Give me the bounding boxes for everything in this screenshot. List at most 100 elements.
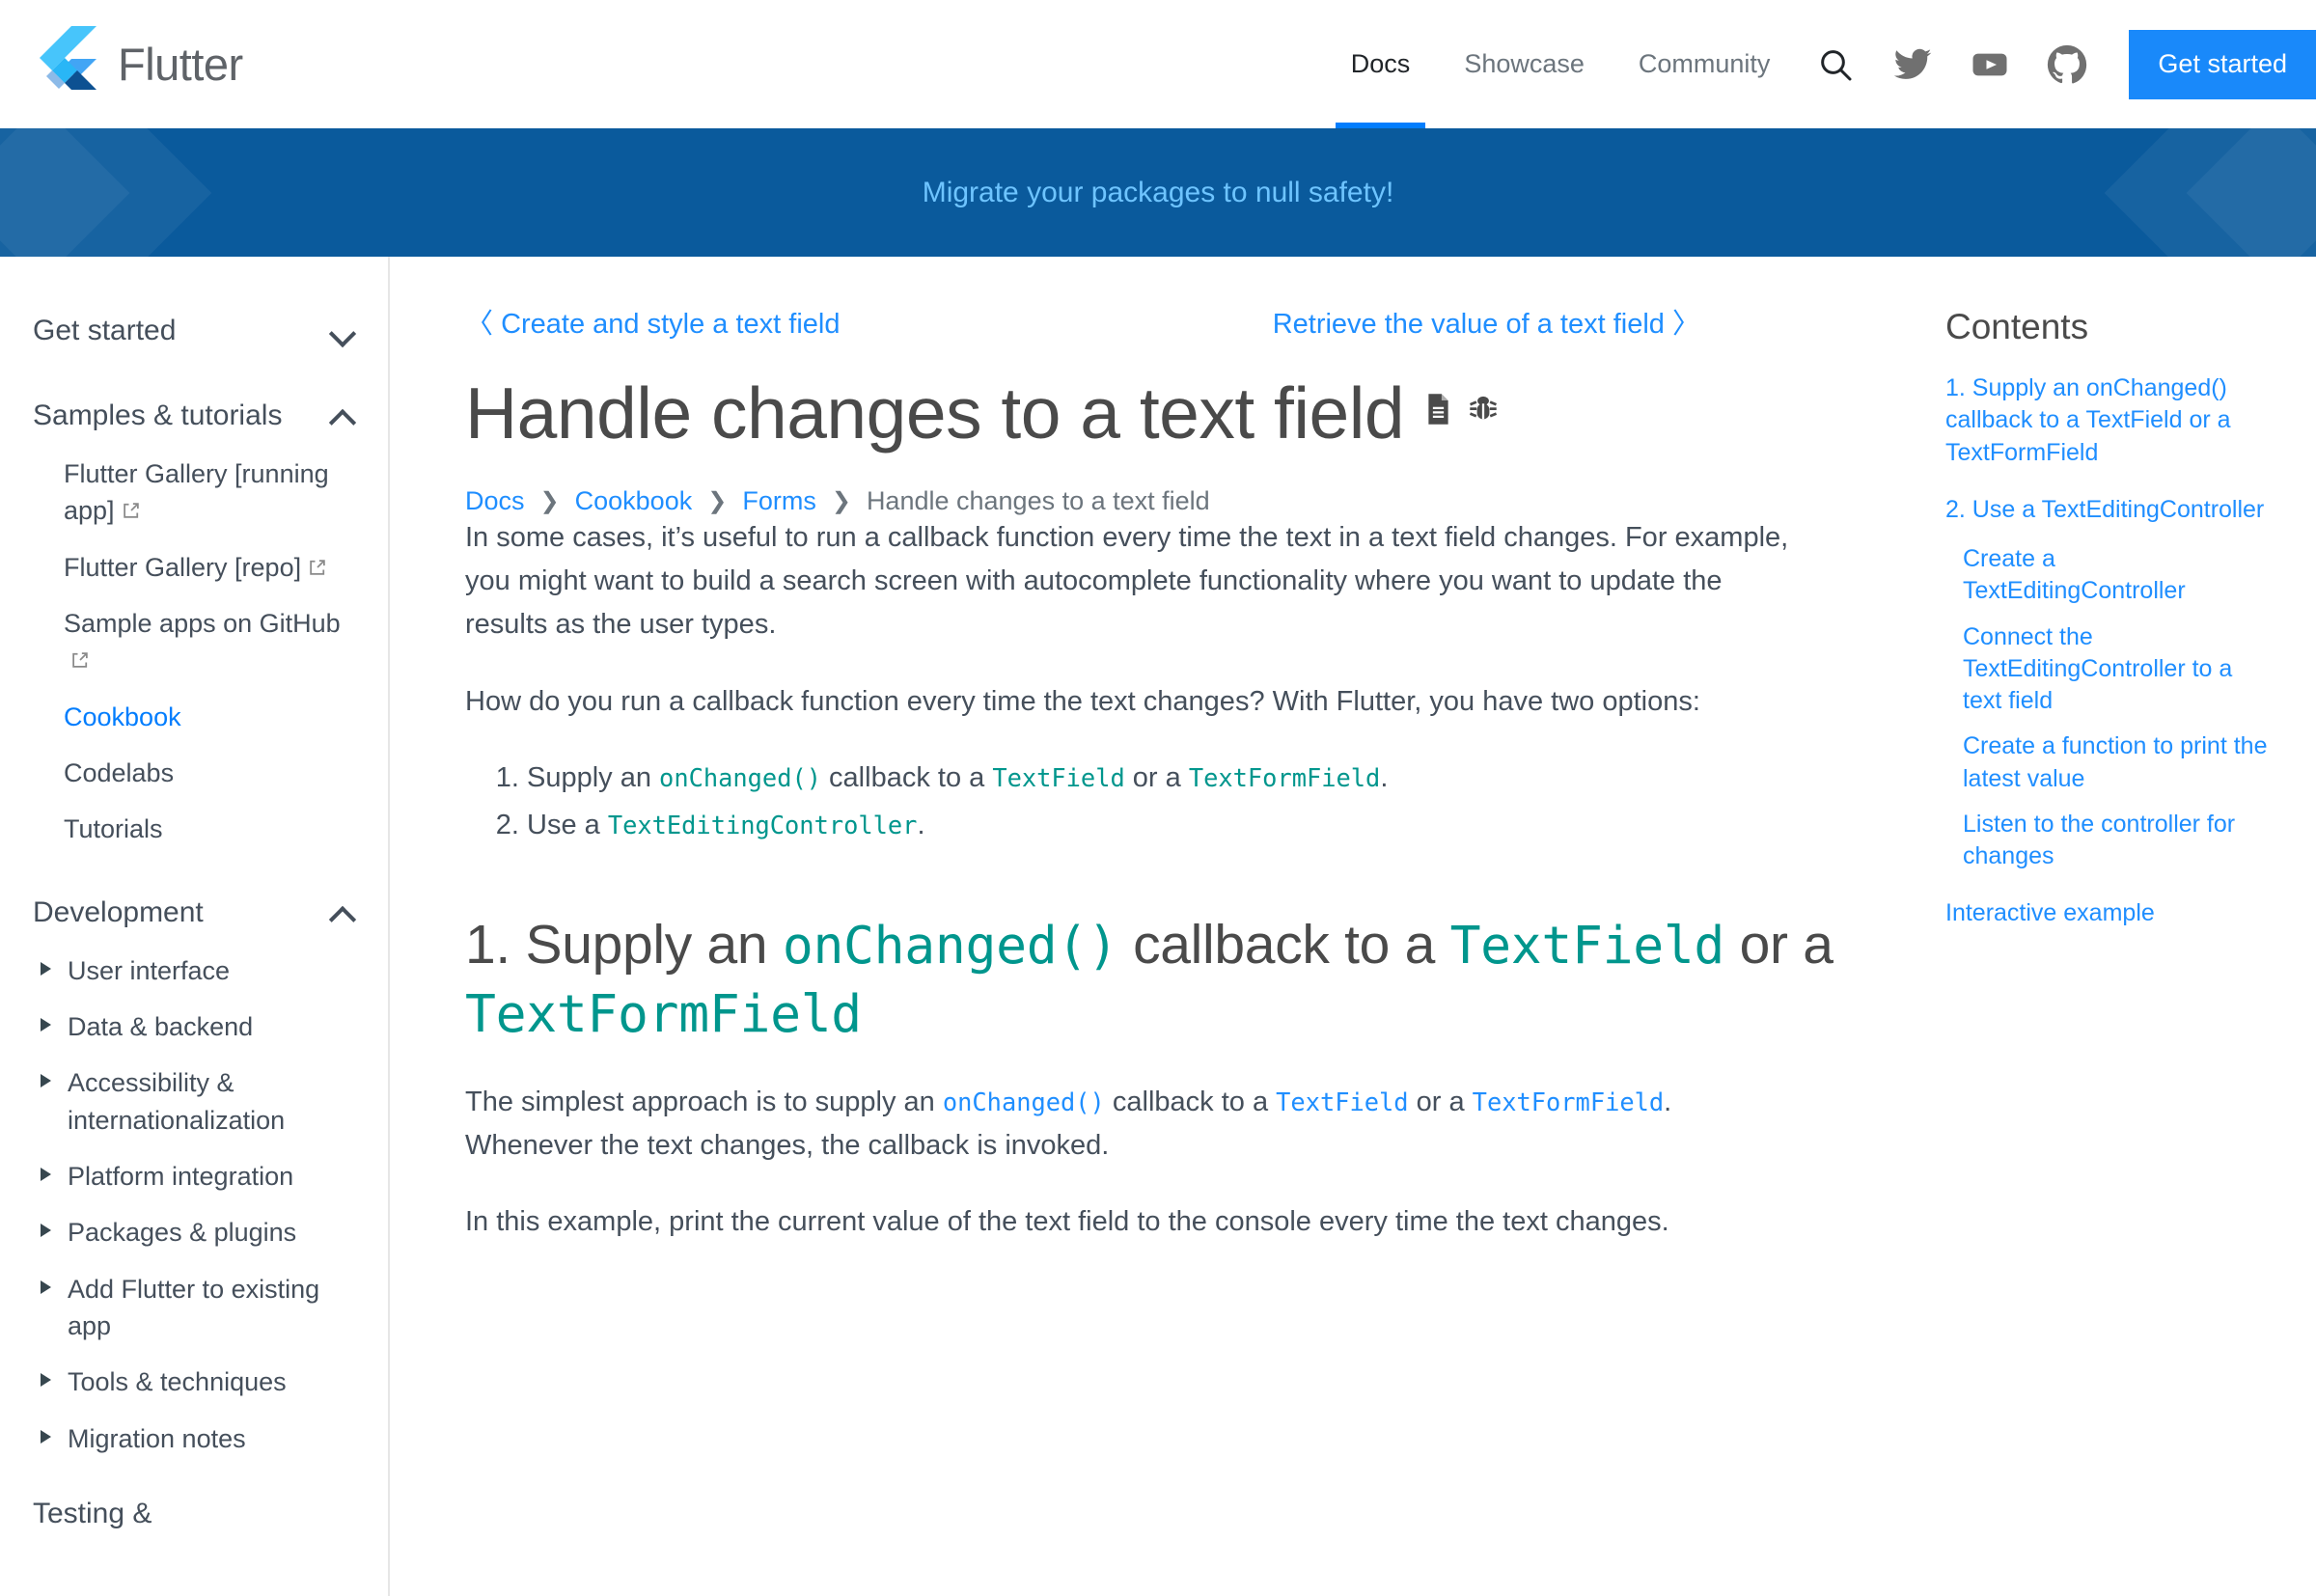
nav-item-docs[interactable]: Docs [1324,0,1438,128]
sidebar-item-label: Data & backend [68,1011,254,1041]
sidebar-section-development[interactable]: Development [33,883,355,943]
sidebar-item-data-backend[interactable]: Data & backend [33,999,355,1055]
breadcrumb-separator-icon: ❯ [831,488,851,514]
sidebar-item-label: Packages & plugins [68,1218,297,1248]
sidebar-item-flutter-gallery-repo[interactable]: Flutter Gallery [repo] [33,539,355,595]
sidebar-item-label: Tools & techniques [68,1367,287,1397]
breadcrumb-item-forms[interactable]: Forms [742,486,816,516]
sidebar-item-label: Platform integration [68,1161,294,1191]
sidebar-item-migration-notes[interactable]: Migration notes [33,1411,355,1467]
prev-page-link[interactable]: 〈 Create and style a text field [465,301,841,342]
breadcrumb-separator-icon: ❯ [539,488,560,514]
main-content: 〈 Create and style a text field Retrieve… [390,257,1930,1596]
page-source-icon[interactable] [1425,394,1451,429]
banner-link[interactable]: Migrate your packages to null safety! [923,177,1394,209]
page-title: Handle changes to a text field [465,372,1405,454]
toc-item-create-controller[interactable]: Create a TextEditingController [1945,543,2277,608]
brand-name: Flutter [118,39,243,90]
intro-paragraph-2: How do you run a callback function every… [465,685,1700,717]
sidebar-item-cookbook[interactable]: Cookbook [33,689,355,745]
github-icon[interactable] [2034,0,2100,128]
nav-item-community[interactable]: Community [1612,0,1798,128]
next-page-label: Retrieve the value of a text field [1272,309,1665,340]
external-link-icon [122,493,141,519]
sidebar-item-packages-plugins[interactable]: Packages & plugins [33,1204,355,1260]
nav-item-showcase[interactable]: Showcase [1437,0,1612,128]
primary-nav-links: Docs Showcase Community [1324,0,1798,128]
sidebar-item-tools-techniques[interactable]: Tools & techniques [33,1354,355,1410]
page-layout: Get started Samples & tutorials Flutter … [0,257,2316,1596]
sidebar-item-sample-apps-on-github[interactable]: Sample apps on GitHub [33,595,355,689]
sidebar-section-testing[interactable]: Testing & [33,1484,355,1544]
sidebar-section-label: Testing & [33,1497,152,1529]
triangle-right-icon [41,1074,51,1088]
sidebar-item-label: Flutter Gallery [running app] [64,459,329,526]
list-item: Supply an onChanged() callback to a Text… [527,757,1930,800]
sidebar-item-accessibility-internationalization[interactable]: Accessibility & internationalization [33,1055,355,1148]
breadcrumb-separator-icon: ❯ [707,488,728,514]
twitter-icon[interactable] [1880,0,1945,128]
sidebar-item-label: User interface [68,955,231,985]
toc-item-create-function[interactable]: Create a function to print the latest va… [1945,730,2277,795]
sidebar-item-user-interface[interactable]: User interface [33,943,355,999]
breadcrumb: Docs ❯ Cookbook ❯ Forms ❯ Handle changes… [465,486,1930,516]
section-heading-1: 1. Supply an onChanged() callback to a T… [465,914,1834,1045]
announcement-banner: Migrate your packages to null safety! [0,128,2316,257]
breadcrumb-item-cookbook[interactable]: Cookbook [575,486,693,516]
header-nav: Docs Showcase Community Get started [1324,0,2316,128]
flutter-logo-icon [33,25,96,103]
sidebar-section-samples-tutorials[interactable]: Samples & tutorials [33,386,355,446]
toc-title: Contents [1945,307,2089,346]
sidebar-item-label: Migration notes [68,1423,246,1453]
sidebar-item-label: Add Flutter to existing app [68,1274,320,1340]
sidebar-item-flutter-gallery-running-app[interactable]: Flutter Gallery [running app] [33,446,355,539]
sidebar-section-get-started[interactable]: Get started [33,301,355,361]
breadcrumb-item-docs[interactable]: Docs [465,486,525,516]
toc-item-2[interactable]: 2. Use a TextEditingController [1945,494,2277,526]
sidebar-section-label: Development [33,895,204,928]
page-prev-next-nav: 〈 Create and style a text field Retrieve… [465,301,1835,342]
triangle-right-icon [41,1373,51,1388]
banner-chevron-decoration [2104,128,2316,257]
site-header: Flutter Docs Showcase Community Get star… [0,0,2316,128]
search-icon[interactable] [1803,0,1868,128]
prev-page-label: Create and style a text field [501,309,841,340]
options-list: Supply an onChanged() callback to a Text… [465,757,1930,847]
chevron-up-icon [330,900,355,925]
breadcrumb-current-page: Handle changes to a text field [866,486,1210,515]
chevron-down-icon [330,318,355,344]
chevron-right-icon: 〉 [1671,309,1700,340]
toc-item-connect-controller[interactable]: Connect the TextEditingController to a t… [1945,621,2277,718]
toc-item-listen-controller[interactable]: Listen to the controller for changes [1945,809,2277,873]
toc-item-1[interactable]: 1. Supply an onChanged() callback to a T… [1945,372,2277,469]
get-started-button[interactable]: Get started [2129,29,2316,99]
banner-chevron-decoration [0,128,212,257]
brand-home-link[interactable]: Flutter [33,25,243,103]
sidebar-item-platform-integration[interactable]: Platform integration [33,1148,355,1204]
triangle-right-icon [41,1017,51,1032]
section-paragraph-1: The simplest approach is to supply an on… [465,1086,1672,1161]
sidebar-item-add-flutter-to-existing-app[interactable]: Add Flutter to existing app [33,1261,355,1355]
chevron-left-icon: 〈 [465,309,494,340]
title-row: Handle changes to a text field [465,372,1930,454]
sidebar-item-label: Flutter Gallery [repo] [64,552,302,582]
left-sidebar-nav: Get started Samples & tutorials Flutter … [0,257,390,1596]
sidebar-item-tutorials[interactable]: Tutorials [33,801,355,857]
triangle-right-icon [41,1280,51,1294]
list-item: Use a TextEditingController. [527,804,1930,847]
external-link-icon [70,643,90,669]
bug-report-icon[interactable] [1469,394,1498,429]
sidebar-item-label: Accessibility & internationalization [68,1068,286,1135]
triangle-right-icon [41,961,51,976]
title-action-icons [1425,394,1498,429]
next-page-link[interactable]: Retrieve the value of a text field 〉 [1273,301,1700,342]
toc-item-interactive-example[interactable]: Interactive example [1945,897,2277,929]
sidebar-item-codelabs[interactable]: Codelabs [33,745,355,801]
youtube-icon[interactable] [1957,0,2023,128]
section-paragraph-2: In this example, print the current value… [465,1206,1669,1238]
sidebar-section-label: Samples & tutorials [33,399,283,431]
triangle-right-icon [41,1224,51,1238]
